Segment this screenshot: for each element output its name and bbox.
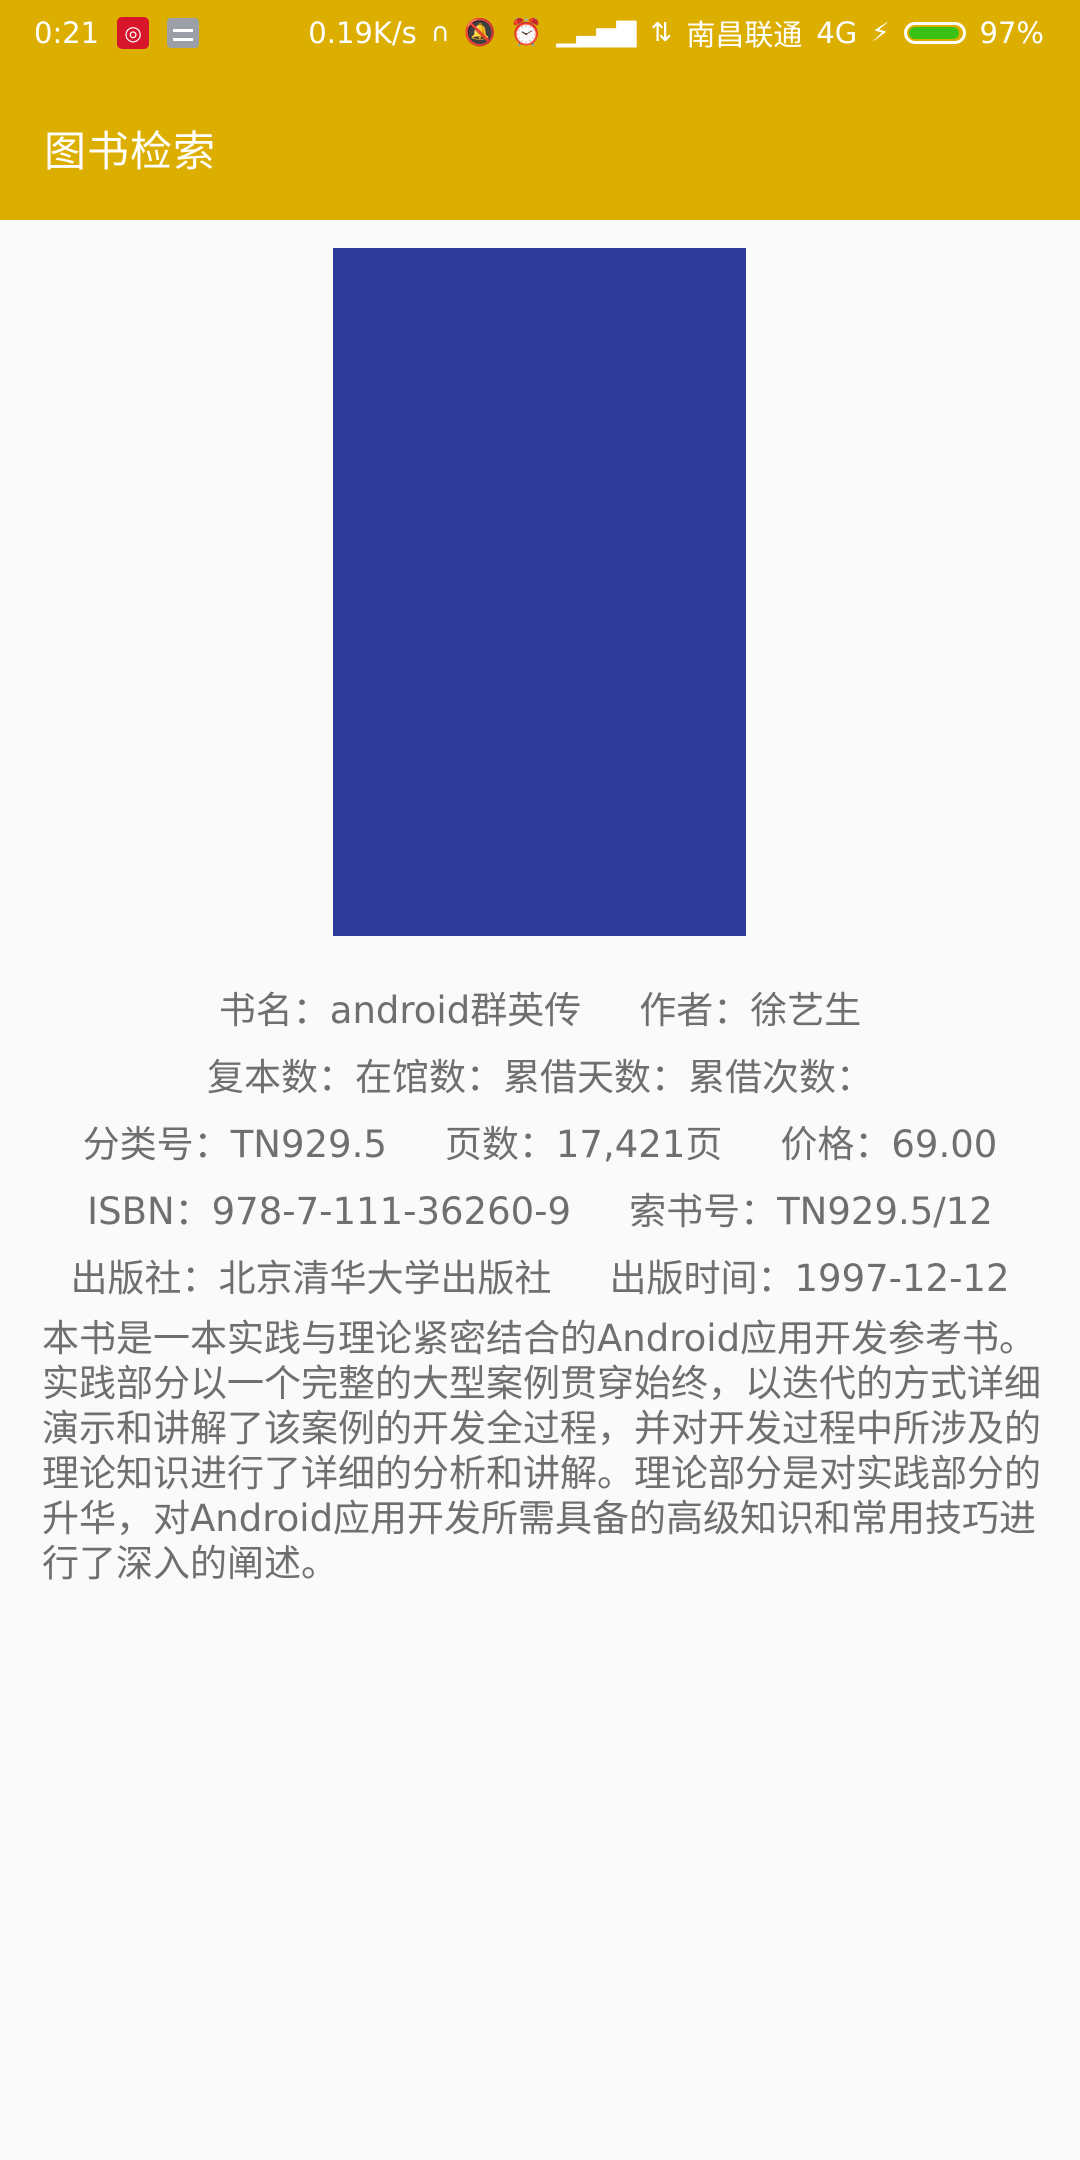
page-title: 图书检索 (44, 127, 217, 176)
book-title-author-line: 书名：android群英传 作者：徐艺生 (0, 980, 1080, 1034)
class-number: TN929.5 (230, 1123, 387, 1166)
network-type: 4G (816, 16, 858, 50)
data-arrows-icon: ⇅ (650, 18, 673, 48)
book-author: 徐艺生 (750, 989, 862, 1032)
notification-icon (167, 18, 200, 48)
network-speed: 0.19K/s (308, 16, 417, 50)
book-title: android群英传 (329, 989, 582, 1032)
publisher-label: 出版社： (70, 1257, 219, 1300)
publish-date-label: 出版时间： (609, 1257, 795, 1300)
title-label: 书名： (218, 989, 330, 1032)
class-label: 分类号： (82, 1123, 231, 1166)
battery-icon (903, 22, 966, 44)
isbn-label: ISBN： (87, 1190, 212, 1233)
netease-music-icon: ◎ (117, 17, 150, 49)
app-bar: 图书检索 (0, 66, 1080, 220)
page-count: 17,421页 (555, 1123, 723, 1166)
battery-fill (908, 27, 959, 39)
mute-bell-icon: 🔕 (463, 18, 497, 48)
class-pages-price-line: 分类号：TN929.5 页数：17,421页 价格：69.00 (0, 1114, 1080, 1168)
charging-icon: ⚡ (871, 18, 890, 48)
book-description: 本书是一本实践与理论紧密结合的Android应用开发参考书。实践部分以一个完整的… (42, 1317, 1041, 1585)
isbn-callno-line: ISBN：978-7-111-36260-9 索书号：TN929.5/12 (0, 1181, 1080, 1235)
price-label: 价格： (780, 1123, 892, 1166)
alarm-icon: ⏰ (510, 18, 543, 48)
headphones-icon: ∩ (430, 18, 450, 48)
battery-percent: 97% (979, 16, 1044, 50)
copies-text: 复本数：在馆数：累借天数：累借次数： (207, 1056, 873, 1099)
status-bar: 0:21 ◎ 0.19K/s ∩ 🔕 ⏰ ▁▃▅▇ ⇅ 南昌联通 4G ⚡ 97… (0, 0, 1080, 66)
publish-date: 1997-12-12 (794, 1257, 1010, 1300)
carrier-name: 南昌联通 (686, 18, 803, 52)
isbn: 978-7-111-36260-9 (211, 1190, 572, 1233)
call-number-label: 索书号： (629, 1190, 778, 1233)
book-cover (333, 248, 746, 936)
call-number: TN929.5/12 (777, 1190, 993, 1233)
price: 69.00 (891, 1123, 998, 1166)
author-label: 作者： (639, 989, 751, 1032)
publisher: 北京清华大学出版社 (218, 1257, 552, 1300)
copies-line: 复本数：在馆数：累借天数：累借次数： (0, 1047, 1080, 1101)
pages-label: 页数： (444, 1123, 556, 1166)
publisher-date-line: 出版社：北京清华大学出版社 出版时间：1997-12-12 (0, 1248, 1080, 1302)
clock: 0:21 (34, 16, 100, 50)
signal-icon: ▁▃▅▇ (556, 18, 637, 48)
